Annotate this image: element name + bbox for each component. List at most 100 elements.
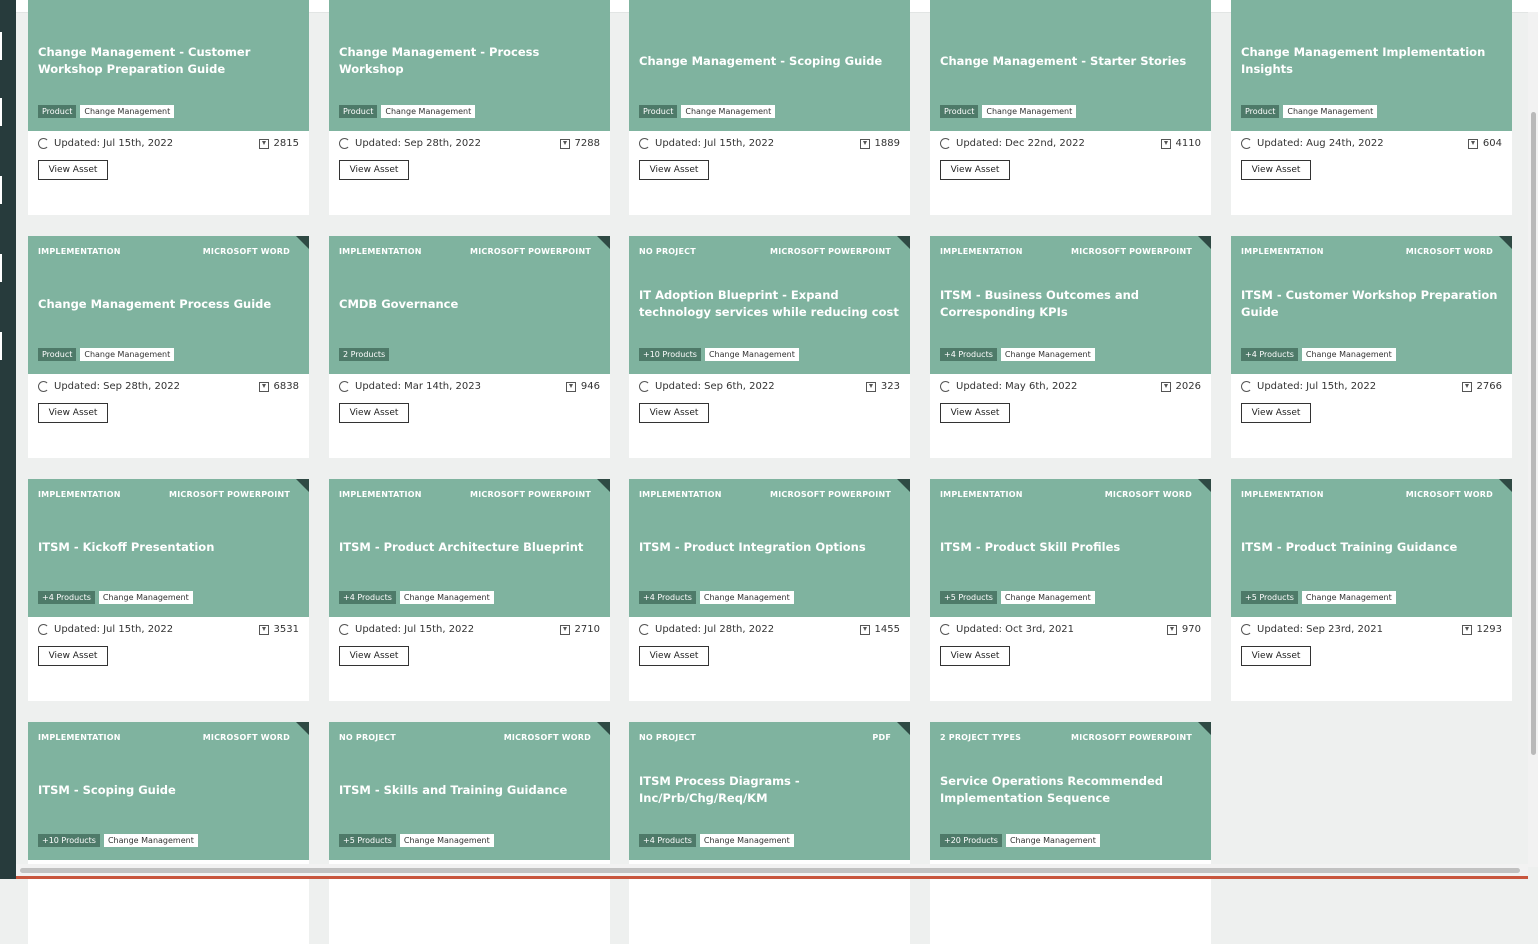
corner-fold-icon (597, 722, 610, 735)
updated-info: Updated: Sep 6th, 2022 (639, 381, 775, 392)
card-title[interactable]: ITSM - Scoping Guide (38, 767, 300, 813)
download-count: 4110 (1160, 138, 1201, 149)
refresh-icon (940, 624, 951, 635)
card-title[interactable]: Change Management - Starter Stories (940, 38, 1202, 84)
sidebar-nav-mark[interactable] (0, 98, 2, 126)
product-tag: Product (339, 105, 378, 118)
card-title[interactable]: ITSM - Product Architecture Blueprint (339, 524, 601, 570)
download-icon (258, 624, 269, 635)
horizontal-scrollbar-thumb[interactable] (20, 868, 1520, 873)
view-asset-button[interactable]: View Asset (339, 403, 409, 423)
card-header: IMPLEMENTATION MICROSOFT WORD ITSM - Produ… (930, 479, 1211, 617)
asset-card[interactable]: NO PROJECT MICROSOFT WORD ITSM - Skills an… (329, 722, 610, 944)
category-tag: Change Management (699, 591, 794, 604)
asset-card[interactable]: Change Management - Scoping Guide Product… (629, 0, 910, 215)
asset-card[interactable]: Change Management - Starter Stories Produ… (930, 0, 1211, 215)
file-type-label: MICROSOFT POWERPOINT (470, 490, 591, 499)
asset-card[interactable]: IMPLEMENTATION MICROSOFT POWERPOINT ITSM -… (930, 236, 1211, 458)
card-header: Change Management - Process Workshop Prod… (329, 0, 610, 131)
file-type-label: MICROSOFT WORD (202, 247, 290, 256)
asset-card[interactable]: IMPLEMENTATION MICROSOFT POWERPOINT ITSM -… (629, 479, 910, 701)
asset-card[interactable]: IMPLEMENTATION MICROSOFT POWERPOINT CMDB G… (329, 236, 610, 458)
asset-card[interactable]: IMPLEMENTATION MICROSOFT WORD ITSM - Scopi… (28, 722, 309, 944)
card-title[interactable]: CMDB Governance (339, 281, 601, 327)
card-title[interactable]: ITSM Process Diagrams - Inc/Prb/Chg/Req/… (639, 767, 901, 813)
download-count-text: 7288 (574, 138, 600, 149)
asset-card[interactable]: Change Management - Process Workshop Prod… (329, 0, 610, 215)
sidebar-nav-mark[interactable] (0, 176, 2, 204)
card-title[interactable]: Change Management - Customer Workshop Pr… (38, 38, 300, 84)
asset-card[interactable]: NO PROJECT PDF ITSM Process Diagrams - Inc… (629, 722, 910, 944)
download-count: 3531 (258, 624, 299, 635)
asset-card[interactable]: NO PROJECT MICROSOFT POWERPOINT IT Adoptio… (629, 236, 910, 458)
asset-card[interactable]: IMPLEMENTATION MICROSOFT WORD Change Manag… (28, 236, 309, 458)
sidebar-nav-mark[interactable] (0, 32, 2, 60)
project-type-label: IMPLEMENTATION (639, 490, 722, 499)
category-tag: Change Management (80, 348, 175, 361)
view-asset-button[interactable]: View Asset (1241, 403, 1311, 423)
updated-info: Updated: Sep 28th, 2022 (38, 381, 180, 392)
category-tag: Change Management (381, 105, 476, 118)
refresh-icon (1241, 381, 1252, 392)
corner-fold-icon (296, 722, 309, 735)
asset-card[interactable]: Change Management - Customer Workshop Pr… (28, 0, 309, 215)
card-title[interactable]: Change Management Implementation Insight… (1241, 38, 1503, 84)
view-asset-button[interactable]: View Asset (940, 160, 1010, 180)
view-asset-button[interactable]: View Asset (1241, 646, 1311, 666)
asset-card[interactable]: IMPLEMENTATION MICROSOFT WORD ITSM - Custo… (1231, 236, 1512, 458)
card-title[interactable]: Change Management Process Guide (38, 281, 300, 327)
view-asset-button[interactable]: View Asset (940, 646, 1010, 666)
updated-text: Updated: Sep 28th, 2022 (355, 138, 481, 149)
view-asset-button[interactable]: View Asset (339, 160, 409, 180)
corner-fold-icon (897, 722, 910, 735)
view-asset-button[interactable]: View Asset (38, 403, 108, 423)
view-asset-button[interactable]: View Asset (639, 646, 709, 666)
product-tag: +4 Products (339, 591, 396, 604)
download-icon (258, 138, 269, 149)
refresh-icon (639, 381, 650, 392)
updated-info: Updated: Sep 28th, 2022 (339, 138, 481, 149)
corner-fold-icon (296, 236, 309, 249)
view-asset-button[interactable]: View Asset (940, 403, 1010, 423)
card-title[interactable]: Service Operations Recommended Implement… (940, 767, 1202, 813)
asset-card[interactable]: IMPLEMENTATION MICROSOFT POWERPOINT ITSM -… (329, 479, 610, 701)
view-asset-button[interactable]: View Asset (38, 160, 108, 180)
card-title[interactable]: ITSM - Product Integration Options (639, 524, 901, 570)
sidebar-nav-mark[interactable] (0, 332, 2, 360)
sidebar-nav-mark[interactable] (0, 254, 2, 282)
card-tags: +4 Products Change Management (339, 591, 494, 604)
card-header: 2 PROJECT TYPES MICROSOFT POWERPOINT Servi… (930, 722, 1211, 860)
card-tags: Product Change Management (639, 105, 776, 118)
asset-card[interactable]: Change Management Implementation Insight… (1231, 0, 1512, 215)
card-title[interactable]: ITSM - Customer Workshop Preparation Gui… (1241, 281, 1503, 327)
view-asset-button[interactable]: View Asset (38, 646, 108, 666)
card-title[interactable]: ITSM - Skills and Training Guidance (339, 767, 601, 813)
refresh-icon (38, 381, 49, 392)
card-title[interactable]: Change Management - Process Workshop (339, 38, 601, 84)
view-asset-button[interactable]: View Asset (339, 646, 409, 666)
view-asset-button[interactable]: View Asset (1241, 160, 1311, 180)
project-type-label: 2 PROJECT TYPES (940, 733, 1022, 742)
updated-text: Updated: May 6th, 2022 (956, 381, 1078, 392)
asset-card[interactable]: IMPLEMENTATION MICROSOFT POWERPOINT ITSM -… (28, 479, 309, 701)
vertical-scrollbar-thumb[interactable] (1531, 112, 1536, 755)
card-title[interactable]: IT Adoption Blueprint - Expand technolog… (639, 281, 901, 327)
corner-fold-icon (1499, 236, 1512, 249)
card-title[interactable]: Change Management - Scoping Guide (639, 38, 901, 84)
download-icon (1461, 381, 1472, 392)
view-asset-button[interactable]: View Asset (639, 403, 709, 423)
card-title[interactable]: ITSM - Product Training Guidance (1241, 524, 1503, 570)
card-title[interactable]: ITSM - Business Outcomes and Correspondi… (940, 281, 1202, 327)
refresh-icon (339, 138, 350, 149)
view-asset-button[interactable]: View Asset (639, 160, 709, 180)
asset-card[interactable]: IMPLEMENTATION MICROSOFT WORD ITSM - Produ… (1231, 479, 1512, 701)
product-tag: +4 Products (940, 348, 997, 361)
updated-info: Updated: Jul 15th, 2022 (639, 138, 774, 149)
project-type-label: IMPLEMENTATION (38, 490, 121, 499)
updated-info: Updated: Jul 15th, 2022 (1241, 381, 1376, 392)
product-tag: +4 Products (1241, 348, 1298, 361)
card-title[interactable]: ITSM - Kickoff Presentation (38, 524, 300, 570)
asset-card[interactable]: 2 PROJECT TYPES MICROSOFT POWERPOINT Servi… (930, 722, 1211, 944)
card-title[interactable]: ITSM - Product Skill Profiles (940, 524, 1202, 570)
asset-card[interactable]: IMPLEMENTATION MICROSOFT WORD ITSM - Produ… (930, 479, 1211, 701)
